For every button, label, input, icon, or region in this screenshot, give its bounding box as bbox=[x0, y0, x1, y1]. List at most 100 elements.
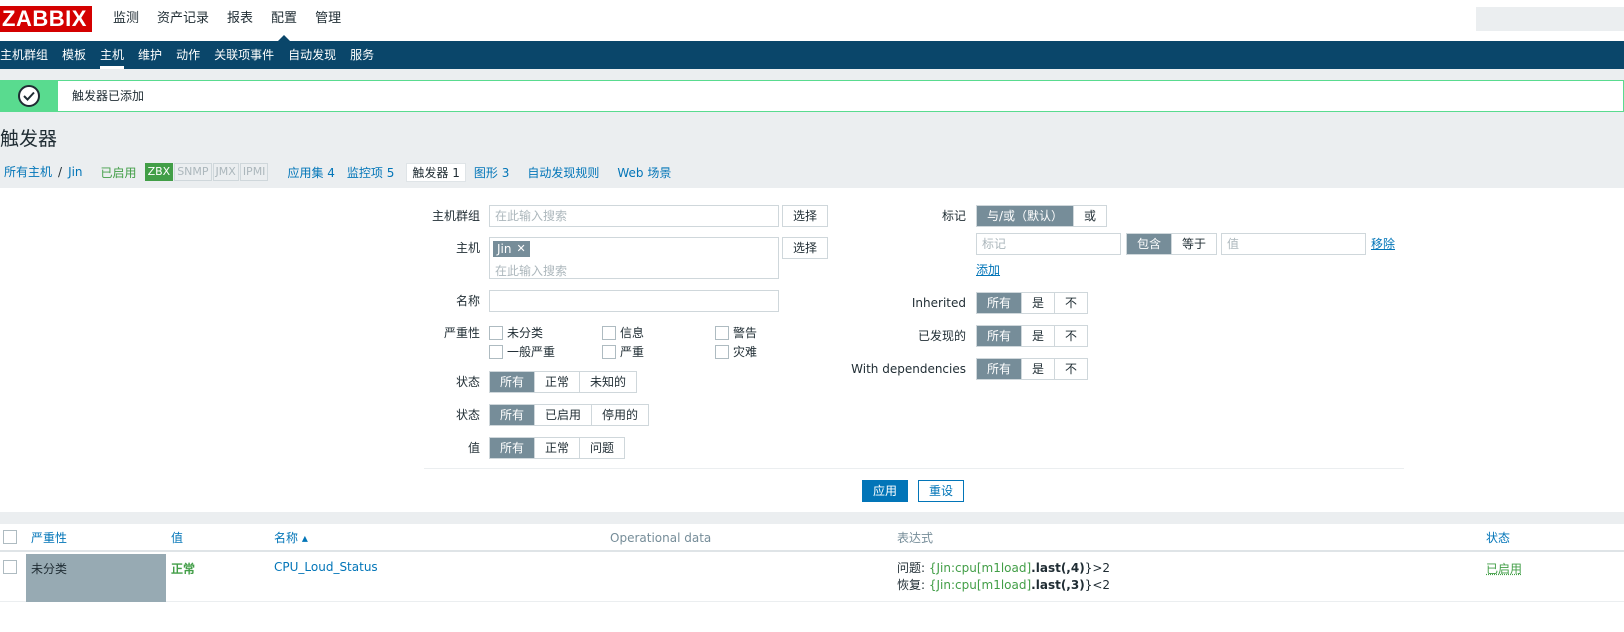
value-problem[interactable]: 问题 bbox=[579, 438, 625, 458]
triggers-table: 严重性 值 名称 ▴ Operational data 表达式 状态 未分类 正… bbox=[0, 524, 1624, 632]
submenu-actions[interactable]: 动作 bbox=[169, 41, 207, 69]
host-group-input[interactable]: 在此输入搜索 bbox=[489, 205, 779, 227]
discovered-yes[interactable]: 是 bbox=[1021, 326, 1055, 346]
dependencies-label: With dependencies bbox=[851, 362, 966, 376]
dependencies-yes[interactable]: 是 bbox=[1021, 359, 1055, 379]
host-select-button[interactable]: 选择 bbox=[782, 237, 829, 259]
row-name-link[interactable]: CPU_Loud_Status bbox=[274, 560, 378, 574]
tab-triggers[interactable]: 触发器 1 bbox=[406, 162, 466, 182]
host-label: 主机 bbox=[455, 241, 480, 255]
reset-button[interactable]: 重设 bbox=[918, 480, 965, 502]
expression-problem: 问题: {Jin:cpu[m1load].last(,4)}>2 bbox=[897, 561, 1111, 575]
inherited-yes[interactable]: 是 bbox=[1021, 293, 1055, 313]
checkbox[interactable] bbox=[715, 325, 729, 340]
severity-warning[interactable]: 警告 bbox=[715, 324, 757, 341]
status-disabled[interactable]: 停用的 bbox=[591, 405, 649, 425]
submenu-discovery[interactable]: 自动发现 bbox=[281, 41, 343, 69]
dependencies-all[interactable]: 所有 bbox=[977, 359, 1022, 379]
checkbox[interactable] bbox=[602, 344, 616, 359]
submenu-host-groups[interactable]: 主机群组 bbox=[0, 41, 55, 69]
tab-graphs[interactable]: 图形 3 bbox=[474, 164, 509, 181]
row-checkbox[interactable] bbox=[3, 560, 17, 574]
severity-average[interactable]: 一般严重 bbox=[489, 343, 555, 360]
tags-mode-toggle: 与/或（默认） 或 bbox=[976, 205, 1108, 227]
host-group-label: 主机群组 bbox=[431, 209, 480, 223]
submenu-services[interactable]: 服务 bbox=[343, 41, 381, 69]
menu-configuration[interactable]: 配置 bbox=[262, 0, 306, 41]
expression-item-link[interactable]: {Jin:cpu[m1load] bbox=[929, 561, 1031, 575]
status-enabled[interactable]: 已启用 bbox=[534, 405, 592, 425]
tag-name-input[interactable]: 标记 bbox=[976, 233, 1121, 255]
discovered-no[interactable]: 不 bbox=[1054, 326, 1088, 346]
severity-disaster[interactable]: 灾难 bbox=[715, 343, 757, 360]
col-name[interactable]: 名称 ▴ bbox=[274, 524, 308, 552]
tab-items[interactable]: 监控项 5 bbox=[347, 164, 394, 181]
apply-button[interactable]: 应用 bbox=[862, 480, 909, 502]
checkbox[interactable] bbox=[602, 325, 616, 340]
checkbox[interactable] bbox=[489, 344, 503, 359]
row-expression: 问题: {Jin:cpu[m1load].last(,4)}>2 恢复: {Ji… bbox=[897, 560, 1110, 594]
message-text: 触发器已添加 bbox=[72, 89, 145, 103]
menu-inventory[interactable]: 资产记录 bbox=[148, 0, 218, 41]
chip-remove-icon[interactable]: ✕ bbox=[516, 241, 525, 257]
value-ok[interactable]: 正常 bbox=[534, 438, 580, 458]
col-status[interactable]: 状态 bbox=[1486, 524, 1510, 552]
submenu-maintenance[interactable]: 维护 bbox=[131, 41, 169, 69]
breadcrumb-all-hosts[interactable]: 所有主机 bbox=[0, 160, 56, 184]
host-group-select-button[interactable]: 选择 bbox=[782, 205, 829, 227]
severity-high[interactable]: 严重 bbox=[602, 343, 644, 360]
submenu-hosts[interactable]: 主机 bbox=[93, 41, 131, 69]
value-label: 值 bbox=[467, 441, 480, 455]
row-status-link[interactable]: 已启用 bbox=[1486, 560, 1522, 577]
col-severity[interactable]: 严重性 bbox=[31, 524, 67, 552]
tab-applications[interactable]: 应用集 4 bbox=[287, 164, 334, 181]
checkbox[interactable] bbox=[715, 344, 729, 359]
menu-administration[interactable]: 管理 bbox=[306, 0, 350, 41]
dependencies-no[interactable]: 不 bbox=[1054, 359, 1088, 379]
table-header: 严重性 值 名称 ▴ Operational data 表达式 状态 bbox=[0, 524, 1624, 552]
tags-mode-and-or[interactable]: 与/或（默认） bbox=[977, 206, 1074, 226]
tag-add-link[interactable]: 添加 bbox=[976, 259, 1000, 281]
tag-op-contains[interactable]: 包含 bbox=[1127, 234, 1172, 254]
host-multiselect[interactable]: Jin ✕ 在此输入搜索 bbox=[489, 237, 779, 279]
col-expression: 表达式 bbox=[897, 531, 934, 545]
inherited-no[interactable]: 不 bbox=[1054, 293, 1088, 313]
tag-remove-link[interactable]: 移除 bbox=[1371, 233, 1395, 255]
discovered-all[interactable]: 所有 bbox=[977, 326, 1022, 346]
tab-discovery-rules[interactable]: 自动发现规则 bbox=[527, 164, 599, 181]
state-all[interactable]: 所有 bbox=[490, 372, 535, 392]
state-unknown[interactable]: 未知的 bbox=[579, 372, 637, 392]
value-toggle: 所有 正常 问题 bbox=[489, 437, 626, 459]
select-all-checkbox[interactable] bbox=[3, 530, 17, 544]
host-status[interactable]: 已启用 bbox=[101, 164, 137, 181]
global-search-input[interactable] bbox=[1476, 7, 1624, 31]
success-message: 触发器已添加 bbox=[0, 80, 1624, 112]
tags-label: 标记 bbox=[941, 209, 966, 223]
tab-web-scenarios[interactable]: Web 场景 bbox=[617, 164, 671, 181]
menu-reports[interactable]: 报表 bbox=[218, 0, 262, 41]
breadcrumb-host[interactable]: Jin bbox=[64, 160, 86, 184]
row-severity: 未分类 bbox=[26, 554, 166, 602]
zabbix-logo[interactable]: ZABBIX bbox=[0, 6, 92, 32]
expression-item-link[interactable]: {Jin:cpu[m1load] bbox=[929, 578, 1031, 592]
name-input[interactable] bbox=[489, 290, 779, 312]
checkbox[interactable] bbox=[489, 325, 503, 340]
submenu-correlation[interactable]: 关联项事件 bbox=[207, 41, 281, 69]
menu-monitoring[interactable]: 监测 bbox=[104, 0, 148, 41]
submenu-templates[interactable]: 模板 bbox=[55, 41, 93, 69]
status-toggle: 所有 已启用 停用的 bbox=[489, 404, 650, 426]
tags-mode-or[interactable]: 或 bbox=[1073, 206, 1107, 226]
tag-value-input[interactable]: 值 bbox=[1221, 233, 1366, 255]
status-all[interactable]: 所有 bbox=[490, 405, 535, 425]
host-chip: Jin ✕ bbox=[493, 241, 530, 257]
tag-op-equals[interactable]: 等于 bbox=[1171, 234, 1217, 254]
filter-panel: 主机群组 在此输入搜索 选择 主机 Jin ✕ 在此输入搜索 选择 名称 严重性 … bbox=[0, 188, 1624, 512]
inherited-all[interactable]: 所有 bbox=[977, 293, 1022, 313]
state-normal[interactable]: 正常 bbox=[534, 372, 580, 392]
severity-information[interactable]: 信息 bbox=[602, 324, 644, 341]
severity-not-classified[interactable]: 未分类 bbox=[489, 324, 543, 341]
dependencies-toggle: 所有 是 不 bbox=[976, 358, 1089, 380]
value-all[interactable]: 所有 bbox=[490, 438, 535, 458]
tag-operator-toggle: 包含 等于 bbox=[1126, 233, 1218, 255]
col-value[interactable]: 值 bbox=[171, 524, 183, 552]
